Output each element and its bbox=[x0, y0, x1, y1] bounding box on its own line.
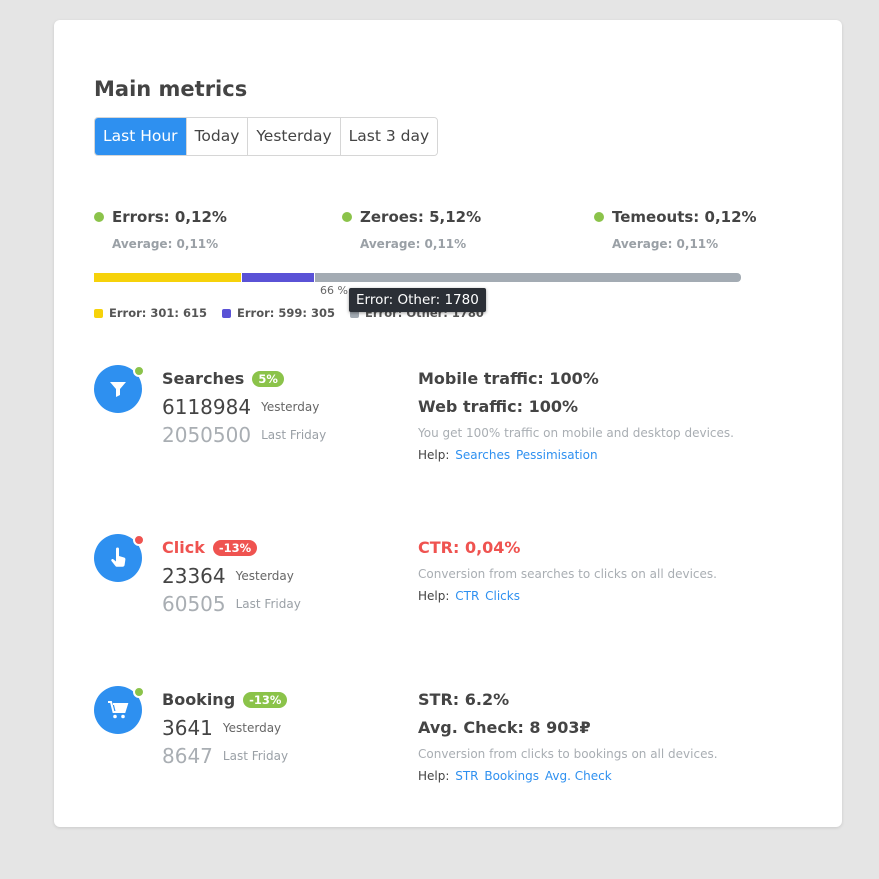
detail-line: Avg. Check: 8 903₽ bbox=[418, 718, 591, 737]
bar-percent-label: 66 % bbox=[320, 284, 348, 297]
metric-title: Searches bbox=[162, 369, 245, 388]
cart-icon bbox=[108, 701, 129, 719]
help-link-clicks[interactable]: Clicks bbox=[485, 589, 520, 603]
status-dot bbox=[133, 686, 145, 698]
yesterday-value: 23364 bbox=[162, 564, 226, 588]
legend-error-301[interactable]: Error: 301: 615 bbox=[94, 306, 207, 320]
help-link-avg-check[interactable]: Avg. Check bbox=[545, 769, 612, 783]
change-badge: 5% bbox=[252, 370, 284, 387]
metric-name: Searches 5% bbox=[162, 369, 284, 388]
status-dot bbox=[342, 212, 352, 222]
stat-average: Average: 0,11% bbox=[612, 237, 719, 251]
metric-name: Click -13% bbox=[162, 538, 258, 557]
bar-segment-error-other[interactable] bbox=[314, 273, 741, 282]
help-link-bookings[interactable]: Bookings bbox=[484, 769, 539, 783]
metric-details: CTR: 0,04% Conversion from searches to c… bbox=[418, 538, 802, 603]
help-label: Help: bbox=[418, 589, 450, 603]
lastweek-value: 60505 bbox=[162, 592, 226, 616]
metric-name: Booking -13% bbox=[162, 690, 288, 709]
pointer-icon bbox=[111, 547, 126, 567]
legend-label: Error: 599: 305 bbox=[237, 306, 335, 320]
stat-average: Average: 0,11% bbox=[112, 237, 219, 251]
help-label: Help: bbox=[418, 769, 450, 783]
status-dot bbox=[594, 212, 604, 222]
tab-today[interactable]: Today bbox=[186, 118, 249, 155]
status-dot bbox=[133, 534, 145, 546]
metric-details: Mobile traffic: 100% Web traffic: 100% Y… bbox=[418, 369, 802, 462]
help-link-pessimisation[interactable]: Pessimisation bbox=[516, 448, 598, 462]
yesterday-value-row: 6118984 Yesterday bbox=[162, 395, 319, 419]
yesterday-label: Yesterday bbox=[222, 721, 282, 735]
yesterday-value-row: 23364 Yesterday bbox=[162, 564, 294, 588]
main-metrics-card: Main metrics Last Hour Today Yesterday L… bbox=[54, 20, 842, 827]
help-row: Help: CTR Clicks bbox=[418, 589, 802, 603]
change-badge: -13% bbox=[212, 539, 258, 556]
lastweek-value: 2050500 bbox=[162, 423, 252, 447]
yesterday-label: Yesterday bbox=[235, 569, 294, 583]
booking-icon-circle bbox=[94, 686, 145, 734]
detail-line: CTR: 0,04% bbox=[418, 538, 521, 557]
yesterday-label: Yesterday bbox=[261, 400, 320, 414]
metric-title: Booking bbox=[162, 690, 236, 709]
tab-last-hour[interactable]: Last Hour bbox=[95, 118, 187, 155]
help-link-searches[interactable]: Searches bbox=[455, 448, 510, 462]
metric-description: You get 100% traffic on mobile and deskt… bbox=[418, 426, 734, 440]
lastweek-label: Last Friday bbox=[235, 597, 301, 611]
period-tabs: Last Hour Today Yesterday Last 3 day bbox=[94, 117, 439, 156]
detail-line: Web traffic: 100% bbox=[418, 397, 579, 416]
click-icon-circle bbox=[94, 534, 145, 582]
metric-description: Conversion from searches to clicks on al… bbox=[418, 567, 717, 581]
change-badge: -13% bbox=[243, 691, 288, 708]
lastweek-label: Last Friday bbox=[222, 749, 289, 763]
bar-tooltip: Error: Other: 1780 bbox=[349, 288, 486, 312]
stat-average: Average: 0,11% bbox=[360, 237, 467, 251]
lastweek-label: Last Friday bbox=[261, 428, 327, 442]
metric-details: STR: 6.2% Avg. Check: 8 903₽ Conversion … bbox=[418, 690, 802, 783]
filter-icon bbox=[110, 382, 126, 397]
legend-swatch bbox=[222, 308, 231, 318]
help-link-ctr[interactable]: CTR bbox=[455, 589, 479, 603]
legend-swatch bbox=[94, 308, 103, 318]
error-distribution-bar bbox=[94, 273, 741, 282]
lastweek-value-row: 2050500 Last Friday bbox=[162, 423, 326, 447]
lastweek-value-row: 8647 Last Friday bbox=[162, 744, 288, 768]
bar-segment-error-599[interactable] bbox=[241, 273, 315, 282]
bar-segment-error-301[interactable] bbox=[94, 273, 242, 282]
yesterday-value: 3641 bbox=[162, 716, 213, 740]
tab-last-3-day[interactable]: Last 3 day bbox=[340, 118, 438, 155]
help-row: Help: Searches Pessimisation bbox=[418, 448, 802, 462]
lastweek-value-row: 60505 Last Friday bbox=[162, 592, 301, 616]
metric-title: Click bbox=[162, 538, 205, 557]
searches-icon-circle bbox=[94, 365, 145, 413]
lastweek-value: 8647 bbox=[162, 744, 213, 768]
yesterday-value-row: 3641 Yesterday bbox=[162, 716, 281, 740]
metric-description: Conversion from clicks to bookings on al… bbox=[418, 747, 718, 761]
detail-line: STR: 6.2% bbox=[418, 690, 510, 709]
help-label: Help: bbox=[418, 448, 450, 462]
legend-error-599[interactable]: Error: 599: 305 bbox=[222, 306, 335, 320]
tab-yesterday[interactable]: Yesterday bbox=[248, 118, 341, 155]
help-link-str[interactable]: STR bbox=[455, 769, 478, 783]
detail-line: Mobile traffic: 100% bbox=[418, 369, 599, 388]
page-title: Main metrics bbox=[94, 77, 248, 101]
legend-label: Error: 301: 615 bbox=[109, 306, 207, 320]
status-dot bbox=[94, 212, 104, 222]
stat-label: Temeouts: 0,12% bbox=[612, 208, 757, 226]
stat-label: Errors: 0,12% bbox=[112, 208, 227, 226]
stat-label: Zeroes: 5,12% bbox=[360, 208, 482, 226]
status-dot bbox=[133, 365, 145, 377]
yesterday-value: 6118984 bbox=[162, 395, 252, 419]
help-row: Help: STR Bookings Avg. Check bbox=[418, 769, 802, 783]
